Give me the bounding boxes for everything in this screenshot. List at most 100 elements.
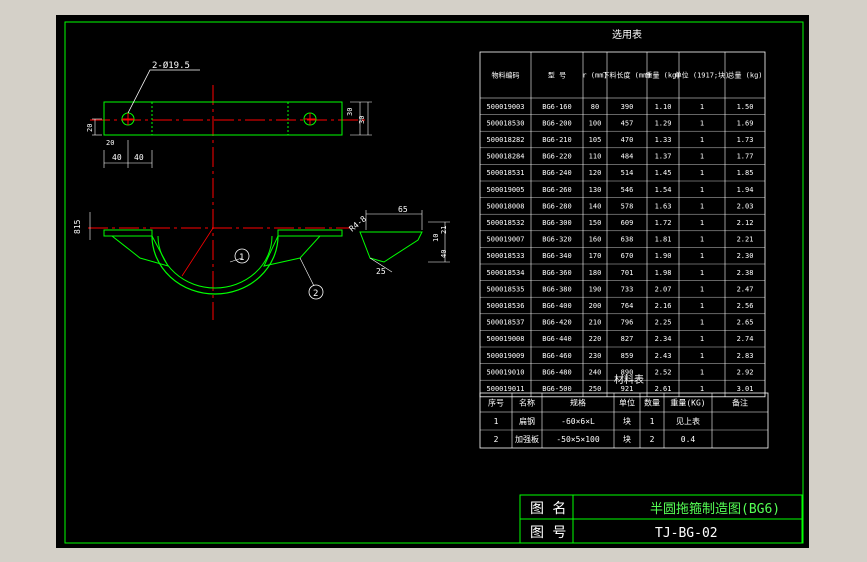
selection-table-cell: 1.72 [655, 219, 672, 227]
selection-table-cell: 2.56 [737, 302, 754, 310]
dim-65: 65 [398, 205, 408, 214]
selection-table-cell: 2.38 [737, 269, 754, 277]
selection-table-cell: 500019010 [487, 368, 525, 376]
selection-table-cell: 500018537 [487, 319, 525, 327]
selection-table-cell: 484 [621, 153, 634, 161]
material-table-header-4: 数量 [644, 398, 660, 408]
selection-table-cell: BG6-220 [542, 153, 572, 161]
selection-table-header-6: 总量 (kg) [727, 71, 762, 80]
selection-table-cell: 2.61 [655, 385, 672, 393]
selection-table-cell: 1.63 [655, 202, 672, 210]
material-table-cell: 1 [494, 417, 499, 426]
selection-table-cell: 701 [621, 269, 634, 277]
callout-2: 2 [313, 289, 318, 299]
selection-table-cell: 500019005 [487, 186, 525, 194]
selection-table-cell: BG6-480 [542, 368, 572, 376]
selection-table-cell: 457 [621, 119, 634, 127]
hole-note: 2-Ø19.5 [152, 60, 190, 71]
selection-table-cell: 500018533 [487, 252, 525, 260]
selection-table-cell: 220 [589, 335, 602, 343]
material-table-cell: 2 [494, 435, 499, 444]
selection-table-cell: 1 [700, 169, 704, 177]
material-table-cell: -60×6×L [561, 417, 595, 426]
cad-drawing-viewport[interactable]: 2-Ø19.5 30 30 20 20 40 40 815 1 2 65 R4-… [0, 0, 867, 562]
selection-table-cell: 921 [621, 385, 634, 393]
title-name-label: 图 名 [530, 501, 566, 517]
selection-table-cell: 500018284 [487, 153, 525, 161]
selection-table-cell: 1 [700, 119, 704, 127]
selection-table-cell: BG6-440 [542, 335, 572, 343]
selection-table-cell: BG6-320 [542, 236, 572, 244]
selection-table-cell: BG6-200 [542, 119, 572, 127]
title-name-value: 半圆拖箍制造图(BG6) [650, 501, 780, 517]
selection-table-cell: 2.34 [655, 335, 672, 343]
selection-table-cell: 796 [621, 319, 634, 327]
selection-table-cell: 105 [589, 136, 602, 144]
title-number-value: TJ-BG-02 [655, 526, 718, 541]
material-table-cell: 0.4 [681, 435, 696, 444]
selection-table-cell: 500018282 [487, 136, 525, 144]
selection-table-cell: 2.52 [655, 368, 672, 376]
selection-table-cell: 230 [589, 352, 602, 360]
selection-table-cell: 2.83 [737, 352, 754, 360]
selection-table-cell: 500019009 [487, 352, 525, 360]
selection-table-cell: BG6-460 [542, 352, 572, 360]
selection-table-cell: 1 [700, 136, 704, 144]
callout-1: 1 [239, 253, 244, 263]
selection-table-cell: 1.73 [737, 136, 754, 144]
material-table-cell: 块 [623, 434, 631, 444]
selection-table-cell: 1.90 [655, 252, 672, 260]
selection-table-cell: 2.03 [737, 202, 754, 210]
selection-table-cell: 500019011 [487, 385, 525, 393]
selection-table-cell: 1.94 [737, 186, 754, 194]
drawing-sheet: 2-Ø19.5 30 30 20 20 40 40 815 1 2 65 R4-… [56, 15, 809, 548]
title-number-label: 图 号 [530, 525, 566, 541]
selection-table-header-3: 下料长度 (mm) [602, 71, 651, 80]
selection-table-cell: 2.65 [737, 319, 754, 327]
selection-table-cell: 2.47 [737, 285, 754, 293]
selection-table-cell: 1.81 [655, 236, 672, 244]
material-table-header-6: 备注 [732, 398, 748, 408]
material-table-cell: 块 [623, 416, 631, 426]
selection-table-cell: 1.10 [655, 103, 672, 111]
selection-table-cell: 1 [700, 285, 704, 293]
selection-table-cell: 670 [621, 252, 634, 260]
selection-table-cell: 500018008 [487, 202, 525, 210]
selection-table-cell: 2.43 [655, 352, 672, 360]
selection-table-cell: 2.07 [655, 285, 672, 293]
material-table-cell: 2 [650, 435, 655, 444]
selection-table-cell: 2.25 [655, 319, 672, 327]
selection-table-cell: 2.12 [737, 219, 754, 227]
selection-table-cell: 1 [700, 186, 704, 194]
selection-table-cell: 1 [700, 368, 704, 376]
selection-table-cell: 1 [700, 269, 704, 277]
selection-table-header-1: 型 号 [548, 71, 566, 80]
selection-table-cell: 2.74 [737, 335, 754, 343]
selection-table-cell: 1 [700, 335, 704, 343]
selection-table-cell: 170 [589, 252, 602, 260]
selection-table-cell: 1.29 [655, 119, 672, 127]
selection-table-cell: 390 [621, 103, 634, 111]
selection-table-cell: 210 [589, 319, 602, 327]
selection-table-header-5: 单位 (1917;块) [675, 71, 730, 80]
selection-table-cell: 110 [589, 153, 602, 161]
selection-table-cell: 1 [700, 319, 704, 327]
dim-40-b: 40 [134, 153, 144, 162]
dim-20: 20 [86, 124, 94, 132]
dim-21: 21 [440, 226, 448, 234]
selection-table-cell: 2.30 [737, 252, 754, 260]
selection-table-cell: 130 [589, 186, 602, 194]
selection-table-cell: 1.98 [655, 269, 672, 277]
selection-table-cell: 546 [621, 186, 634, 194]
selection-table-cell: 1.69 [737, 119, 754, 127]
selection-table-cell: 1.45 [655, 169, 672, 177]
selection-table-cell: BG6-360 [542, 269, 572, 277]
material-table-cell: -50×5×100 [556, 435, 600, 444]
dim-30-b: 30 [358, 116, 366, 124]
selection-table-cell: 1 [700, 302, 704, 310]
selection-table-cell: 1.77 [737, 153, 754, 161]
selection-table-cell: 500018534 [487, 269, 525, 277]
selection-table-cell: BG6-500 [542, 385, 572, 393]
selection-table-cell: BG6-400 [542, 302, 572, 310]
selection-table-cell: 827 [621, 335, 634, 343]
